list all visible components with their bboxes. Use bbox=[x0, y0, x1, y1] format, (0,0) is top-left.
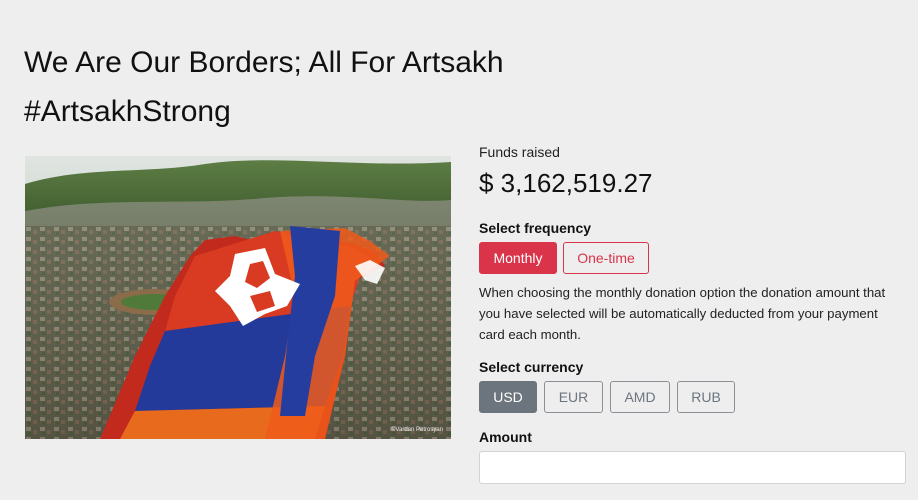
monthly-info-text: When choosing the monthly donation optio… bbox=[479, 285, 886, 342]
amount-input[interactable] bbox=[479, 451, 906, 484]
currency-amd-button[interactable]: AMD bbox=[610, 381, 670, 413]
flag-over-city-image: ©Vardan Petrosyan bbox=[25, 156, 451, 439]
amount-label: Amount bbox=[479, 429, 532, 445]
funds-raised-amount: $ 3,162,519.27 bbox=[479, 168, 653, 198]
currency-label: Select currency bbox=[479, 359, 584, 375]
photo-credit: ©Vardan Petrosyan bbox=[391, 426, 443, 433]
frequency-one-time-button[interactable]: One-time bbox=[563, 242, 649, 274]
currency-eur-button[interactable]: EUR bbox=[544, 381, 603, 413]
frequency-label: Select frequency bbox=[479, 220, 592, 236]
campaign-title: We Are Our Borders; All For Artsakh #Art… bbox=[24, 46, 504, 128]
currency-selector: USD EUR AMD RUB bbox=[479, 381, 735, 413]
funds-raised-label: Funds raised bbox=[479, 144, 560, 160]
frequency-monthly-button[interactable]: Monthly bbox=[479, 242, 557, 274]
frequency-toggle: Monthly One-time bbox=[479, 242, 649, 274]
campaign-photo: ©Vardan Petrosyan bbox=[25, 156, 451, 439]
currency-rub-button[interactable]: RUB bbox=[677, 381, 735, 413]
currency-usd-button[interactable]: USD bbox=[479, 381, 537, 413]
